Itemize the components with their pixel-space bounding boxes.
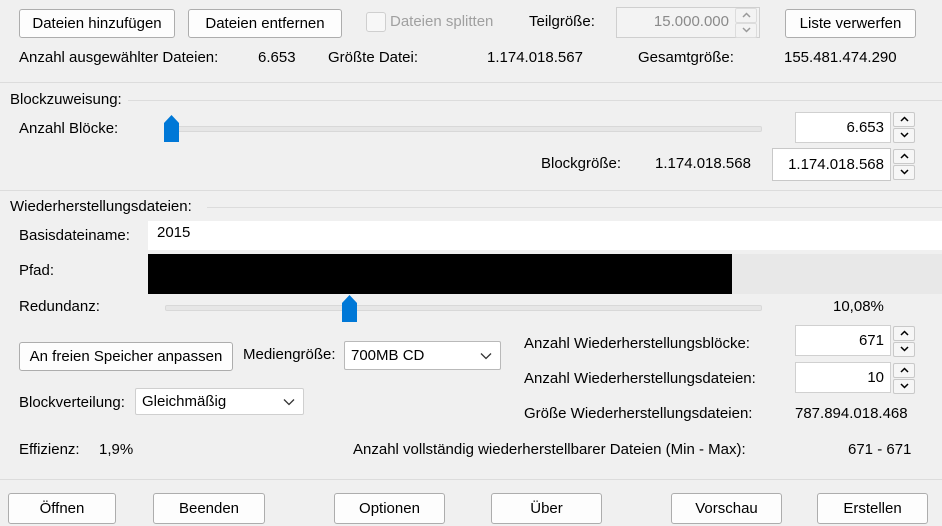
- block-size-value: 1.174.018.568: [788, 155, 884, 173]
- remove-files-button[interactable]: Dateien entfernen: [188, 9, 342, 38]
- part-size-up-button[interactable]: [735, 8, 757, 23]
- block-count-label: Anzahl Blöcke:: [19, 120, 119, 137]
- chevron-up-icon: [899, 367, 909, 373]
- part-size-spinner[interactable]: 15.000.000: [616, 7, 760, 38]
- chevron-down-icon: [480, 352, 492, 359]
- fully-recoverable-label: Anzahl vollständig wiederherstellbarer D…: [353, 441, 746, 458]
- chevron-down-icon: [899, 132, 909, 138]
- recovery-group-title: Wiederherstellungsdateien:: [10, 197, 195, 217]
- redundancy-slider-track[interactable]: [165, 305, 762, 311]
- block-distribution-select[interactable]: Gleichmäßig: [135, 388, 304, 415]
- recovery-blocks-up-button[interactable]: [893, 326, 915, 341]
- media-size-select[interactable]: 700MB CD: [344, 341, 501, 370]
- recovery-files-size-value: 787.894.018.468: [795, 405, 908, 422]
- open-button[interactable]: Öffnen: [8, 493, 116, 524]
- fit-free-space-button[interactable]: An freien Speicher anpassen: [19, 342, 233, 371]
- block-count-down-button[interactable]: [893, 128, 915, 143]
- block-count-slider-track[interactable]: [165, 126, 762, 132]
- path-label: Pfad:: [19, 262, 55, 279]
- block-count-value: 6.653: [846, 118, 884, 136]
- chevron-up-icon: [899, 153, 909, 159]
- block-size-label: Blockgröße:: [541, 155, 622, 172]
- selected-count-label: Anzahl ausgewählter Dateien:: [19, 49, 219, 66]
- recovery-files-value: 10: [867, 368, 884, 386]
- recovery-blocks-value: 671: [858, 331, 884, 349]
- base-name-label: Basisdateiname:: [19, 227, 130, 244]
- largest-file-value: 1.174.018.567: [487, 49, 583, 66]
- block-count-up-button[interactable]: [893, 112, 915, 127]
- path-input[interactable]: [148, 254, 942, 294]
- part-size-label: Teilgröße:: [529, 13, 595, 30]
- total-size-label: Gesamtgröße:: [638, 49, 734, 66]
- recovery-blocks-down-button[interactable]: [893, 342, 915, 357]
- chevron-down-icon: [741, 27, 751, 33]
- total-size-value: 155.481.474.290: [784, 49, 897, 66]
- media-size-label: Mediengröße:: [243, 346, 336, 363]
- quit-button[interactable]: Beenden: [153, 493, 265, 524]
- redundancy-value: 10,08%: [833, 298, 884, 315]
- part-size-value: 15.000.000: [653, 13, 729, 30]
- recovery-files-size-label: Größe Wiederherstellungsdateien:: [524, 405, 753, 422]
- chevron-down-icon: [899, 346, 909, 352]
- about-button[interactable]: Über: [491, 493, 602, 524]
- block-allocation-separator: [0, 82, 942, 83]
- path-redacted-block: [148, 254, 732, 294]
- media-size-selected: 700MB CD: [351, 347, 425, 364]
- recovery-group-line: [207, 207, 942, 208]
- redundancy-slider-thumb[interactable]: [342, 294, 358, 322]
- base-name-input[interactable]: 2015: [148, 221, 942, 250]
- footer-separator: [0, 479, 942, 480]
- discard-list-button[interactable]: Liste verwerfen: [785, 9, 916, 38]
- preview-button[interactable]: Vorschau: [671, 493, 782, 524]
- block-size-up-button[interactable]: [893, 149, 915, 164]
- block-size-field[interactable]: 1.174.018.568: [772, 148, 891, 181]
- chevron-up-icon: [741, 12, 751, 18]
- options-button[interactable]: Optionen: [334, 493, 445, 524]
- largest-file-label: Größte Datei:: [328, 49, 419, 66]
- recovery-files-down-button[interactable]: [893, 379, 915, 394]
- chevron-down-icon: [283, 398, 295, 405]
- recovery-blocks-label: Anzahl Wiederherstellungsblöcke:: [524, 335, 750, 352]
- selected-count-value: 6.653: [258, 49, 296, 66]
- chevron-down-icon: [899, 169, 909, 175]
- part-size-down-button[interactable]: [735, 23, 757, 38]
- recovery-separator: [0, 190, 942, 191]
- block-count-field[interactable]: 6.653: [795, 112, 891, 143]
- recovery-files-field[interactable]: 10: [795, 362, 891, 393]
- base-name-value: 2015: [157, 224, 191, 241]
- recovery-files-up-button[interactable]: [893, 363, 915, 378]
- redundancy-label: Redundanz:: [19, 298, 100, 315]
- block-allocation-group-title: Blockzuweisung:: [10, 90, 125, 110]
- block-count-slider-thumb[interactable]: [164, 114, 179, 142]
- block-size-down-button[interactable]: [893, 165, 915, 180]
- recovery-files-label: Anzahl Wiederherstellungsdateien:: [524, 370, 756, 387]
- efficiency-label: Effizienz:: [19, 441, 80, 458]
- fully-recoverable-value: 671 - 671: [848, 441, 912, 458]
- chevron-up-icon: [899, 330, 909, 336]
- chevron-up-icon: [899, 116, 909, 122]
- split-files-checkbox[interactable]: [366, 12, 386, 32]
- block-size-text: 1.174.018.568: [655, 155, 751, 172]
- add-files-button[interactable]: Dateien hinzufügen: [19, 9, 175, 38]
- chevron-down-icon: [899, 383, 909, 389]
- block-distribution-selected: Gleichmäßig: [142, 393, 227, 410]
- create-button[interactable]: Erstellen: [817, 493, 928, 524]
- block-allocation-group-line: [128, 100, 942, 101]
- block-distribution-label: Blockverteilung:: [19, 394, 125, 411]
- split-files-label: Dateien splitten: [390, 13, 494, 30]
- recovery-blocks-field[interactable]: 671: [795, 325, 891, 356]
- efficiency-value: 1,9%: [99, 441, 134, 458]
